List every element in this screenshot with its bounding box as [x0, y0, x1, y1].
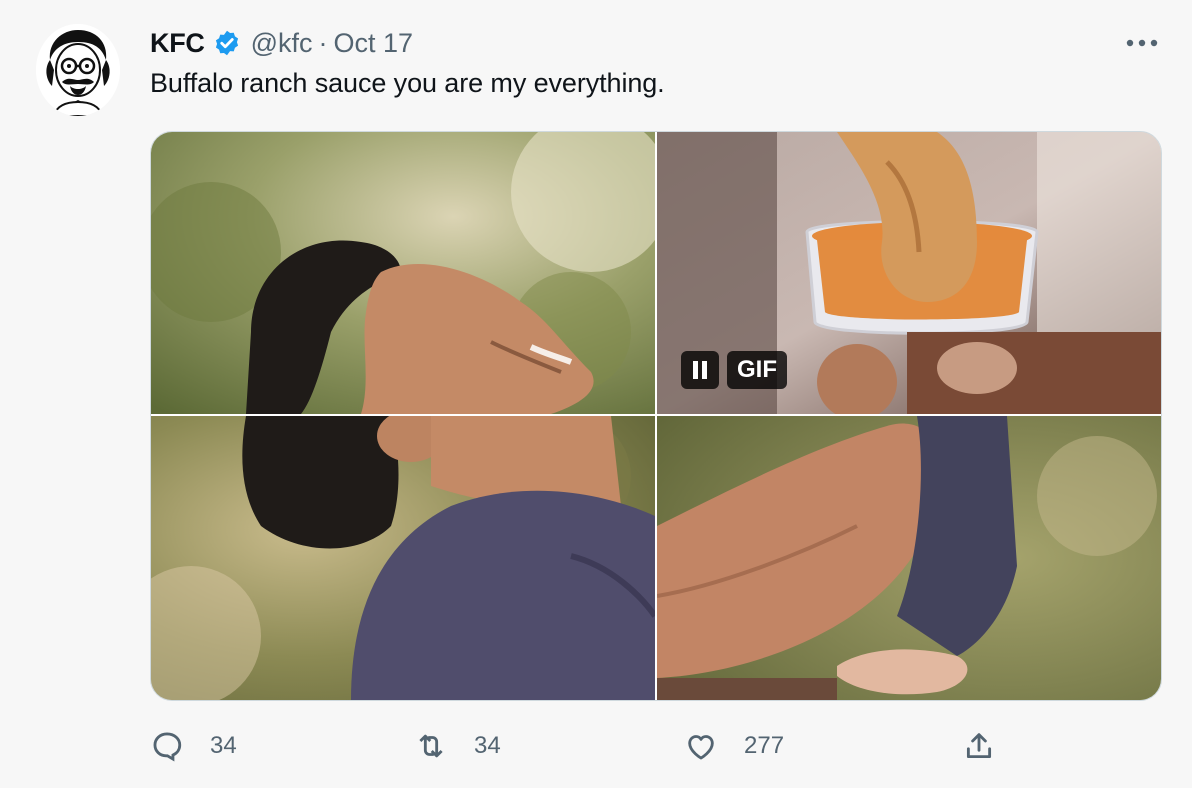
share-icon	[966, 733, 992, 759]
author-handle[interactable]: @kfc	[251, 28, 313, 59]
media-grid[interactable]: GIF	[150, 131, 1162, 701]
tweet-header: KFC @kfc · Oct 17	[150, 26, 413, 60]
tweet-date[interactable]: Oct 17	[334, 28, 414, 59]
photo-arm-holding-baby	[657, 416, 1161, 700]
reply-count: 34	[210, 732, 237, 759]
photo-man-shirt	[151, 416, 655, 700]
pause-icon	[693, 361, 707, 379]
more-options-button[interactable]	[1120, 26, 1164, 60]
media-tile-top-left[interactable]	[151, 132, 655, 414]
author-avatar[interactable]	[36, 24, 120, 116]
retweet-count: 34	[474, 732, 501, 759]
tweet-actions-bar: 34 34 277	[0, 726, 1192, 766]
tweet-text: Buffalo ranch sauce you are my everythin…	[150, 68, 665, 98]
share-button[interactable]	[962, 726, 1022, 766]
like-count: 277	[744, 732, 785, 759]
verified-badge-icon	[213, 29, 241, 57]
author-name[interactable]: KFC	[150, 28, 205, 59]
like-button[interactable]: 277	[684, 726, 784, 766]
gif-badge: GIF	[681, 350, 787, 390]
retweet-icon	[419, 734, 443, 758]
gif-label: GIF	[727, 351, 787, 389]
pause-button[interactable]	[681, 351, 719, 389]
reply-button[interactable]: 34	[150, 726, 237, 766]
reply-icon	[153, 732, 182, 762]
media-tile-bottom-right[interactable]	[657, 416, 1161, 700]
media-tile-top-right[interactable]: GIF	[657, 132, 1161, 414]
retweet-button[interactable]: 34	[414, 726, 501, 766]
heart-icon	[688, 735, 714, 760]
media-tile-bottom-left[interactable]	[151, 416, 655, 700]
colonel-sanders-logo	[36, 24, 120, 116]
photo-man-smiling-upper	[151, 132, 655, 414]
separator-dot: ·	[318, 27, 328, 58]
more-dots-icon	[1126, 39, 1158, 47]
